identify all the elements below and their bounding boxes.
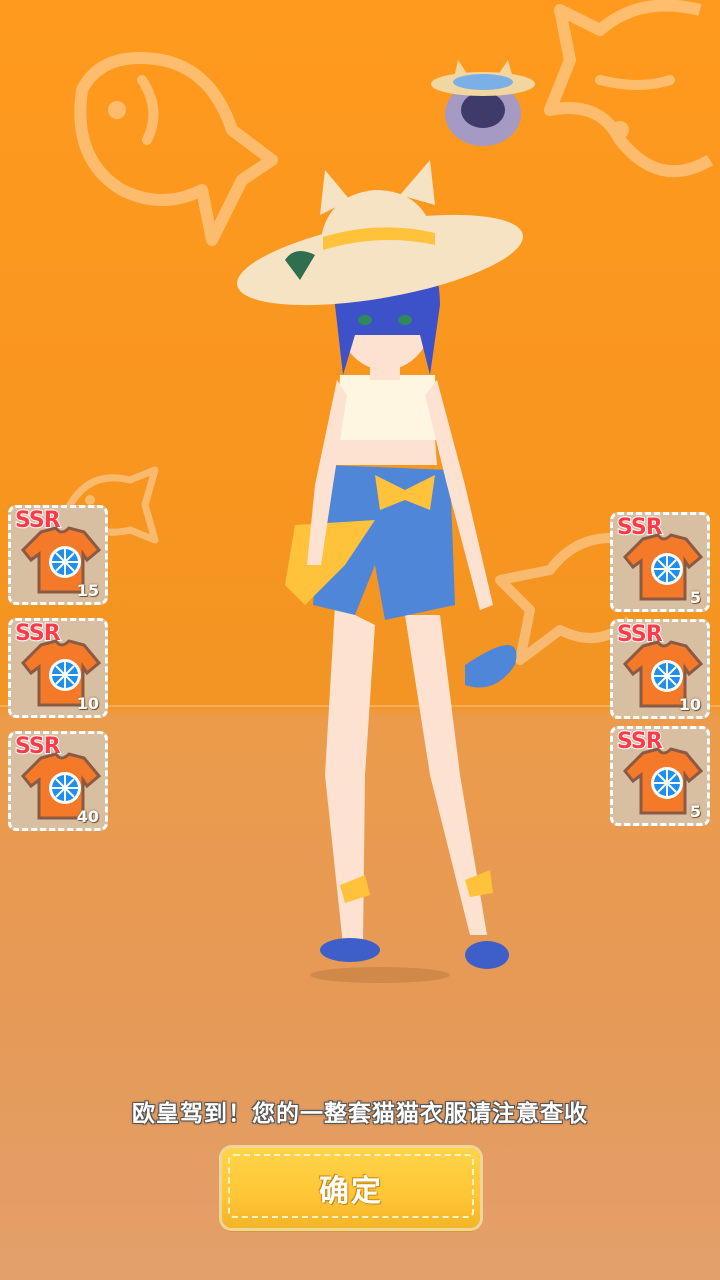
item-count: 5: [689, 588, 701, 607]
reward-card[interactable]: SSR 5: [610, 726, 710, 826]
confirm-button[interactable]: 确定: [222, 1148, 480, 1228]
reward-card[interactable]: SSR 15: [8, 505, 108, 605]
confirm-button-label: 确定: [319, 1174, 383, 1209]
reward-card[interactable]: SSR 5: [610, 512, 710, 612]
reward-card[interactable]: SSR 10: [8, 618, 108, 718]
character-cat-girl: [237, 160, 523, 983]
item-count: 10: [678, 695, 701, 714]
item-count: 15: [76, 581, 99, 600]
reward-message: 欧皇驾到！您的一整套猫猫衣服请注意查收: [132, 1101, 588, 1127]
item-count: 40: [76, 807, 99, 826]
item-count: 10: [76, 694, 99, 713]
item-count: 5: [689, 802, 701, 821]
reward-card[interactable]: SSR 40: [8, 731, 108, 831]
reward-screen: SSR 15 SSR 10 SSR 40 SSR 5 SSR 10 SSR 5 …: [0, 0, 720, 1280]
fish-decoration-icon: [544, 0, 714, 178]
reward-card[interactable]: SSR 10: [610, 619, 710, 719]
